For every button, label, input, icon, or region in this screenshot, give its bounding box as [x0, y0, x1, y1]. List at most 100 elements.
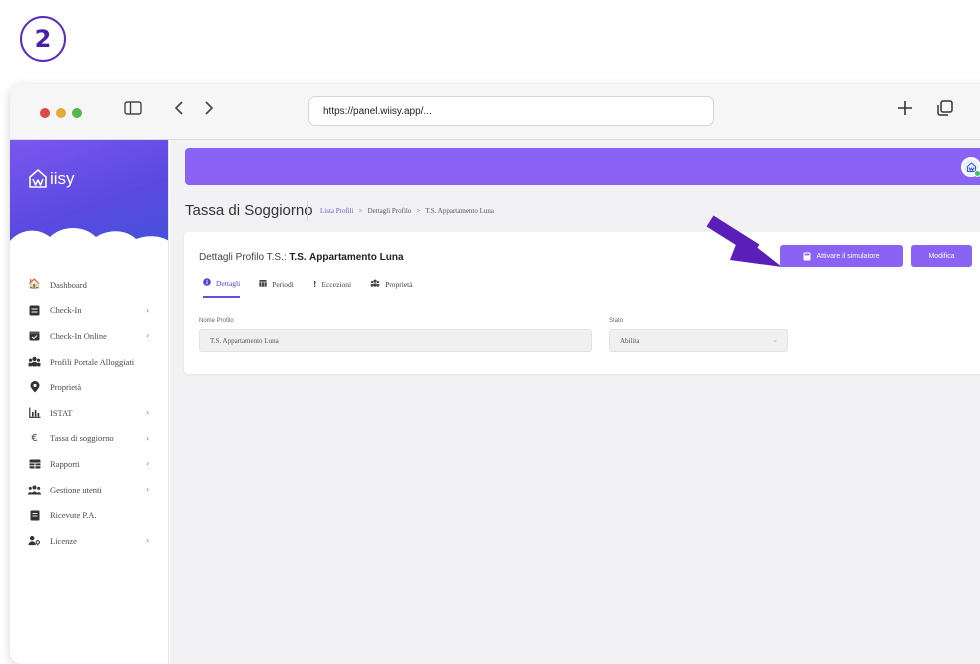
- map-pin-icon: [28, 381, 41, 394]
- status-select[interactable]: Abilita ⌄: [609, 329, 788, 352]
- sidebar-item-licenze[interactable]: Licenze ›: [10, 528, 168, 554]
- chart-icon: [28, 406, 41, 419]
- breadcrumb: Lista Profili > Dettagli Profilo > T.S. …: [307, 201, 494, 221]
- activate-simulator-label: Attivare il simulatore: [816, 252, 880, 260]
- receipt-icon: [28, 509, 41, 522]
- back-icon[interactable]: [172, 98, 186, 125]
- sidebar-item-rapporti[interactable]: Rapporti ›: [10, 451, 168, 477]
- sidebar-item-tassa-di-soggiorno[interactable]: € Tassa di soggiorno ›: [10, 426, 168, 452]
- user-avatar[interactable]: [961, 157, 980, 177]
- sidebar-item-label: Dashboard: [50, 279, 87, 290]
- main-content: Tassa di Soggiorno Lista Profili > Detta…: [170, 140, 980, 664]
- sidebar-item-label: Ricevute P.A.: [50, 510, 97, 521]
- chevron-right-icon: ›: [146, 433, 150, 443]
- tab-label: Proprietà: [385, 279, 413, 289]
- card-title-name: T.S. Appartamento Luna: [289, 252, 404, 263]
- forward-icon[interactable]: [202, 98, 216, 125]
- sidebar-item-label: Tassa di soggiorno: [50, 433, 114, 444]
- header-wave-decoration: [10, 228, 168, 258]
- sidebar-item-label: Gestione utenti: [50, 484, 102, 495]
- sidebar-item-label: Check-In: [50, 305, 82, 316]
- browser-toolbar: https://panel.wiisy.app/...: [10, 84, 980, 140]
- sidebar-item-dashboard[interactable]: 🏠 Dashboard: [10, 272, 168, 298]
- user-group-icon: [28, 483, 41, 496]
- breadcrumb-item-current: T.S. Appartamento Luna: [425, 207, 494, 215]
- user-key-icon: [28, 534, 41, 547]
- profile-name-field[interactable]: T.S. Appartamento Luna: [199, 329, 592, 352]
- page-title: Tassa di Soggiorno: [185, 202, 313, 219]
- sidebar-item-check-in[interactable]: Check-In ›: [10, 298, 168, 324]
- edit-button[interactable]: Modifica: [911, 245, 972, 267]
- activate-simulator-button[interactable]: Attivare il simulatore: [780, 245, 903, 267]
- tab-periodi[interactable]: Periodi: [259, 278, 294, 298]
- sidebar-item-label: Rapporti: [50, 458, 80, 469]
- detail-tabs: Dettagli Periodi ! Eccezioni Proprietà: [203, 278, 413, 298]
- browser-window: https://panel.wiisy.app/... iisy 🏠 Dashb…: [10, 84, 980, 664]
- close-window-button[interactable]: [40, 108, 50, 118]
- sidebar-item-label: Profili Portale Alloggiati: [50, 356, 135, 367]
- profile-name-label: Nome Profilo: [199, 318, 234, 324]
- sidebar-item-label: Licenze: [50, 535, 77, 546]
- profile-details-card: Dettagli Profilo T.S.: T.S. Appartamento…: [184, 232, 980, 374]
- online-status-dot: [974, 170, 980, 177]
- pointer-arrow-annotation: [706, 215, 782, 267]
- sidebar-item-ricevute-pa[interactable]: Ricevute P.A.: [10, 502, 168, 528]
- home-icon: 🏠: [28, 279, 41, 291]
- maximize-window-button[interactable]: [72, 108, 82, 118]
- users-icon: [370, 279, 380, 289]
- breadcrumb-separator: >: [416, 207, 421, 215]
- sidebar: iisy 🏠 Dashboard Check-In › Check-In Onl…: [10, 140, 169, 664]
- sidebar-item-proprieta[interactable]: Proprietà: [10, 374, 168, 400]
- wiisy-logo[interactable]: iisy: [28, 168, 75, 190]
- chevron-down-icon: ⌄: [772, 336, 778, 344]
- calendar-check-icon: [28, 329, 41, 342]
- sidebar-header: iisy: [10, 140, 168, 258]
- tab-label: Periodi: [272, 279, 294, 289]
- sidebar-item-label: Check-In Online: [50, 330, 107, 341]
- logo-text: iisy: [50, 169, 75, 188]
- breadcrumb-link-lista-profili[interactable]: Lista Profili: [320, 207, 354, 215]
- euro-icon: €: [31, 432, 38, 444]
- chevron-right-icon: ›: [146, 331, 150, 341]
- chevron-right-icon: ›: [146, 408, 150, 418]
- url-bar[interactable]: https://panel.wiisy.app/...: [308, 96, 714, 126]
- tab-overview-icon[interactable]: [935, 98, 955, 125]
- tab-label: Dettagli: [216, 278, 241, 288]
- exclamation-icon: !: [312, 279, 317, 289]
- chevron-right-icon: ›: [146, 305, 150, 315]
- sidebar-item-check-in-online[interactable]: Check-In Online ›: [10, 323, 168, 349]
- sidebar-item-gestione-utenti[interactable]: Gestione utenti ›: [10, 477, 168, 503]
- new-tab-icon[interactable]: [895, 98, 915, 125]
- status-select-value: Abilita: [620, 337, 640, 345]
- info-icon: [203, 278, 211, 288]
- minimize-window-button[interactable]: [56, 108, 66, 118]
- breadcrumb-item-dettagli-profilo: Dettagli Profilo: [367, 207, 412, 215]
- sidebar-toggle-icon[interactable]: [123, 98, 143, 125]
- sidebar-item-label: Proprietà: [50, 382, 82, 393]
- tab-proprieta[interactable]: Proprietà: [370, 278, 413, 298]
- sidebar-menu: 🏠 Dashboard Check-In › Check-In Online ›…: [10, 258, 168, 554]
- top-navbar: [185, 148, 980, 185]
- table-icon: [28, 457, 41, 470]
- status-label: Stato: [609, 318, 624, 324]
- breadcrumb-separator: >: [358, 207, 363, 215]
- card-title: Dettagli Profilo T.S.: T.S. Appartamento…: [199, 252, 404, 263]
- chevron-right-icon: ›: [146, 485, 150, 495]
- tab-eccezioni[interactable]: ! Eccezioni: [313, 278, 351, 298]
- users-icon: [28, 355, 41, 368]
- card-title-prefix: Dettagli Profilo T.S.:: [199, 252, 287, 263]
- house-w-icon: [29, 169, 47, 188]
- tab-dettagli[interactable]: Dettagli: [203, 278, 241, 298]
- calendar-icon: [259, 279, 267, 289]
- chevron-right-icon: ›: [146, 536, 150, 546]
- step-number-badge: 2: [20, 16, 66, 62]
- tab-label: Eccezioni: [321, 279, 352, 289]
- sidebar-item-label: ISTAT: [50, 407, 73, 418]
- sidebar-item-istat[interactable]: ISTAT ›: [10, 400, 168, 426]
- list-icon: [28, 304, 41, 317]
- step-number: 2: [34, 25, 52, 53]
- chevron-right-icon: ›: [146, 459, 150, 469]
- edit-button-label: Modifica: [928, 252, 955, 260]
- calculator-icon: [803, 252, 811, 260]
- sidebar-item-profili-portale[interactable]: Profili Portale Alloggiati: [10, 349, 168, 375]
